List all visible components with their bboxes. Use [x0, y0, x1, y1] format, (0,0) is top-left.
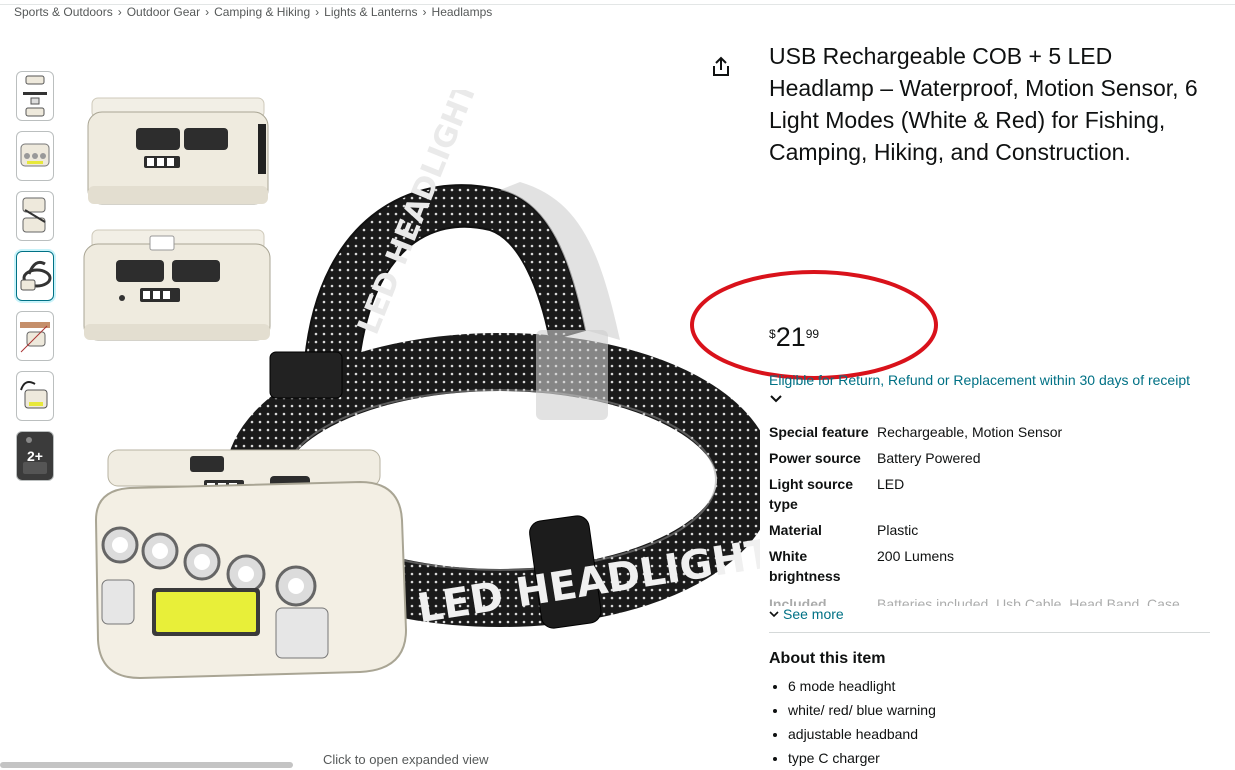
spec-row-truncated: Included Batteries included, Usb Cable, … [769, 594, 1209, 606]
see-more-button[interactable]: See more [769, 606, 844, 622]
breadcrumb-camping-hiking[interactable]: Camping & Hiking [214, 5, 310, 19]
list-item: type C charger [788, 746, 1209, 770]
return-policy-link[interactable]: Eligible for Return, Refund or Replaceme… [769, 372, 1190, 388]
thumbnail-2[interactable] [16, 131, 54, 181]
spec-key: Power source [769, 450, 861, 466]
spec-row: White brightness 200 Lumens [769, 546, 1209, 586]
spec-row: Material Plastic [769, 520, 1209, 540]
about-bullets: 6 mode headlight white/ red/ blue warnin… [769, 674, 1209, 770]
spec-row: Special feature Rechargeable, Motion Sen… [769, 422, 1209, 442]
see-more-label: See more [783, 606, 844, 622]
thumbnail-strip: 2+ [16, 71, 56, 491]
product-view-top [87, 97, 269, 205]
spec-key: Included [769, 596, 827, 606]
spec-value: Battery Powered [877, 450, 981, 466]
section-divider [769, 632, 1210, 633]
price-whole: 21 [775, 322, 806, 352]
spec-row: Light source type LED [769, 474, 1209, 514]
breadcrumb-separator: › [315, 5, 320, 19]
list-item: adjustable headband [788, 722, 1209, 746]
chevron-down-icon [769, 611, 779, 618]
thumbnail-5[interactable] [16, 311, 54, 361]
about-section: About this item 6 mode headlight white/ … [769, 650, 1209, 770]
list-item: 6 mode headlight [788, 674, 1209, 698]
breadcrumb-separator: › [422, 5, 427, 19]
thumbnail-4-selected[interactable] [16, 251, 54, 301]
price: $2199 [769, 322, 819, 353]
list-item: white/ red/ blue warning [788, 698, 1209, 722]
price-fraction: 99 [805, 327, 820, 341]
thumbnail-more[interactable]: 2+ [16, 431, 54, 481]
thumbnail-6[interactable] [16, 371, 54, 421]
spec-key: Light source type [769, 476, 854, 512]
about-heading: About this item [769, 650, 886, 667]
more-images-count: 2+ [27, 448, 43, 464]
spec-key: Material [769, 522, 822, 538]
product-specs: Special feature Rechargeable, Motion Sen… [769, 422, 1209, 606]
product-view-bottom [83, 229, 271, 341]
thumbnail-3[interactable] [16, 191, 54, 241]
spec-value: Plastic [877, 522, 919, 538]
spec-value: LED [877, 476, 905, 492]
spec-row: Power source Battery Powered [769, 448, 1209, 468]
spec-key: White brightness [769, 548, 841, 584]
spec-value: 200 Lumens [877, 548, 955, 564]
spec-value: Batteries included, Usb Cable, Head Band… [877, 596, 1180, 606]
share-icon[interactable] [709, 55, 733, 79]
thumbnail-scrollbar[interactable] [0, 762, 293, 768]
breadcrumb-headlamps[interactable]: Headlamps [432, 5, 493, 19]
product-info: USB Rechargeable COB + 5 LED Headlamp – … [769, 40, 1211, 168]
chevron-down-icon[interactable] [769, 392, 783, 406]
breadcrumb-separator: › [205, 5, 210, 19]
breadcrumb-outdoor-gear[interactable]: Outdoor Gear [127, 5, 200, 19]
breadcrumb: Sports & Outdoors › Outdoor Gear › Camping &… [14, 5, 492, 19]
spec-key: Special feature [769, 424, 869, 440]
spec-value: Rechargeable, Motion Sensor [877, 424, 1063, 440]
thumbnail-1[interactable] [16, 71, 54, 121]
expand-view-hint[interactable]: Click to open expanded view [323, 752, 489, 767]
main-product-image[interactable]: LED HEADLIGHT LED HEADLIGHT [80, 76, 777, 710]
product-title: USB Rechargeable COB + 5 LED Headlamp – … [769, 43, 1198, 165]
breadcrumb-sports-outdoors[interactable]: Sports & Outdoors [14, 5, 113, 19]
price-symbol: $ [769, 327, 776, 341]
headlamp-body [94, 449, 408, 680]
breadcrumb-separator: › [117, 5, 122, 19]
breadcrumb-lights-lanterns[interactable]: Lights & Lanterns [324, 5, 417, 19]
